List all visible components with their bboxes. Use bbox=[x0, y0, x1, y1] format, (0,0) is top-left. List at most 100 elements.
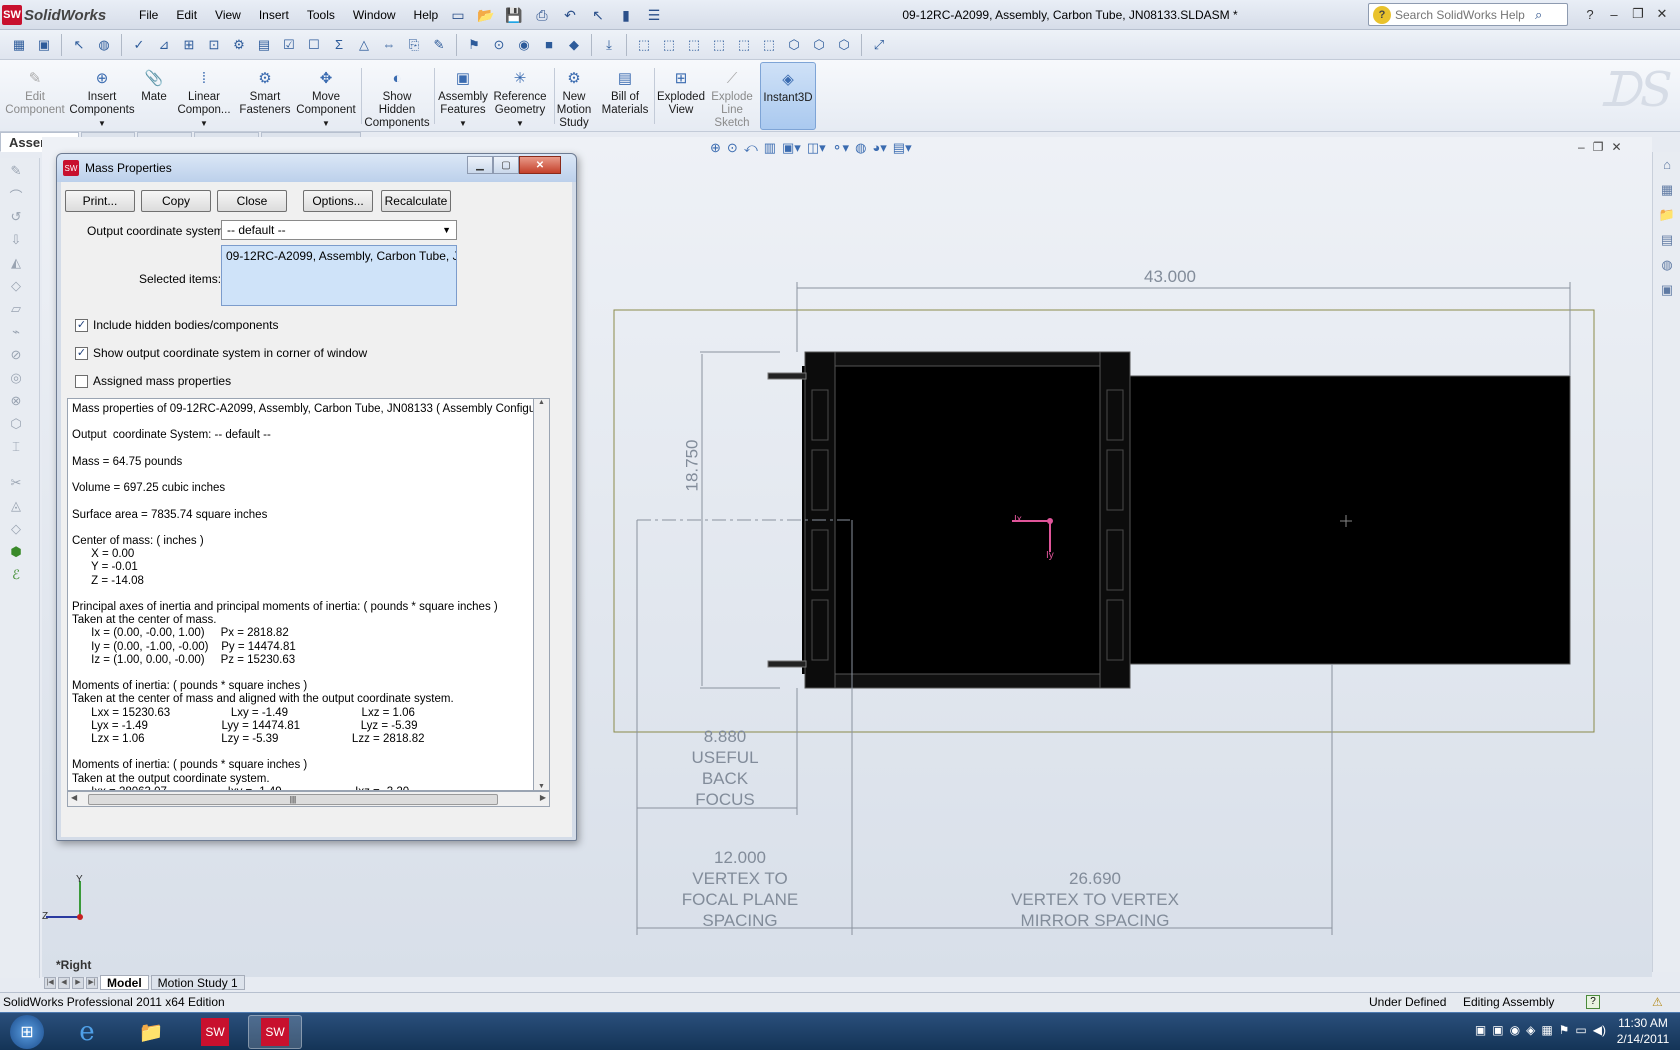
last-tab-icon[interactable]: ▶| bbox=[86, 976, 98, 989]
dim-vertex-to-vertex[interactable]: 26.690 VERTEX TO VERTEX MIRROR SPACING bbox=[980, 868, 1210, 931]
dim-tube-diameter[interactable]: 18.750 bbox=[682, 424, 703, 508]
selected-item[interactable]: 09-12RC-A2099, Assembly, Carbon Tube, JN… bbox=[226, 249, 456, 263]
scroll-left-icon[interactable]: ◀ bbox=[71, 793, 77, 802]
dialog-maximize-icon[interactable]: ▢ bbox=[493, 156, 519, 174]
file-explorer-icon[interactable]: 📁 bbox=[1657, 207, 1677, 227]
tray-app-icon[interactable]: ⚑ bbox=[1559, 1023, 1570, 1037]
result-line bbox=[72, 522, 529, 535]
scroll-thumb[interactable]: ||| bbox=[88, 794, 498, 805]
tray-volume-icon[interactable]: ◀) bbox=[1593, 1023, 1606, 1037]
appearances-icon[interactable]: ◍ bbox=[1657, 257, 1677, 277]
status-mode: Editing Assembly bbox=[1463, 995, 1555, 1009]
status-definition: Under Defined bbox=[1369, 995, 1447, 1009]
assigned-mass-checkbox[interactable]: Assigned mass properties bbox=[75, 374, 231, 388]
prev-tab-icon[interactable]: ◀ bbox=[58, 976, 70, 989]
system-tray: ▣ ▣ ◉ ◈ ▦ ⚑ ▭ ◀) bbox=[1475, 1023, 1606, 1037]
ie-icon: e bbox=[79, 1017, 95, 1047]
custom-properties-icon[interactable]: ▣ bbox=[1657, 282, 1677, 302]
next-tab-icon[interactable]: ▶ bbox=[72, 976, 84, 989]
result-line bbox=[72, 443, 529, 456]
result-line: Ix = (0.00, -0.00, 1.00) Px = 2818.82 bbox=[72, 627, 289, 640]
dialog-body: Print... Copy Close Options... Recalcula… bbox=[61, 182, 572, 837]
checkbox-box: ✓ bbox=[75, 318, 88, 332]
tray-app-icon[interactable]: ▦ bbox=[1541, 1023, 1552, 1037]
results-vertical-scrollbar[interactable]: ▲ ▼ bbox=[534, 398, 550, 791]
task-pane: ⌂ ▦ 📁 ▤ ◍ ▣ bbox=[1652, 152, 1680, 972]
tray-network-icon[interactable]: ▭ bbox=[1575, 1023, 1586, 1037]
mass-properties-dialog: SW Mass Properties ▁ ▢ ✕ Print... Copy C… bbox=[56, 153, 577, 841]
scroll-up-icon[interactable]: ▲ bbox=[534, 399, 549, 406]
start-button[interactable]: ⊞ bbox=[2, 1015, 52, 1049]
dialog-minimize-icon[interactable]: ▁ bbox=[467, 156, 493, 174]
status-help-icon[interactable]: ? bbox=[1586, 995, 1600, 1009]
front-ring bbox=[1099, 351, 1131, 689]
result-line: Surface area = 7835.74 square inches bbox=[72, 508, 268, 521]
result-line: Iy = (0.00, -1.00, -0.00) Py = 14474.81 bbox=[72, 640, 296, 653]
include-hidden-checkbox[interactable]: ✓ Include hidden bodies/components bbox=[75, 318, 278, 332]
result-line: Moments of inertia: ( pounds * square in… bbox=[72, 680, 308, 693]
rebuild-status-icon[interactable]: ⚠ bbox=[1652, 993, 1663, 1012]
result-line: Moments of inertia: ( pounds * square in… bbox=[72, 759, 308, 772]
tab-motion-study[interactable]: Motion Study 1 bbox=[150, 975, 245, 990]
truss-bottom bbox=[804, 673, 1131, 689]
result-line: Mass = 64.75 pounds bbox=[72, 455, 183, 468]
result-line: Z = -14.08 bbox=[72, 574, 144, 587]
model-tabs: |◀ ◀ ▶ ▶| Model Motion Study 1 bbox=[44, 975, 245, 990]
mass-properties-results[interactable]: Mass properties of 09-12RC-A2099, Assemb… bbox=[67, 398, 534, 791]
scroll-down-icon[interactable]: ▼ bbox=[534, 783, 549, 790]
design-library-icon[interactable]: ▦ bbox=[1657, 182, 1677, 202]
result-line: X = 0.00 bbox=[72, 548, 135, 561]
result-line: Lzx = 1.06 Lzy = -5.39 Lzz = 2818.82 bbox=[72, 733, 425, 746]
first-tab-icon[interactable]: |◀ bbox=[44, 976, 56, 989]
dialog-close-icon[interactable]: ✕ bbox=[519, 156, 561, 174]
checkbox-box: ✓ bbox=[75, 346, 88, 360]
print-button[interactable]: Print... bbox=[65, 190, 135, 212]
scroll-right-icon[interactable]: ▶ bbox=[540, 793, 546, 802]
tray-app-icon[interactable]: ◈ bbox=[1526, 1023, 1535, 1037]
triad-z-label: Z bbox=[42, 911, 49, 922]
reference-triad bbox=[46, 881, 83, 920]
selected-items-list[interactable]: 09-12RC-A2099, Assembly, Carbon Tube, JN… bbox=[221, 245, 457, 306]
result-line bbox=[72, 667, 529, 680]
result-line: Mass properties of 09-12RC-A2099, Assemb… bbox=[72, 403, 534, 415]
view-palette-icon[interactable]: ▤ bbox=[1657, 232, 1677, 252]
resources-home-icon[interactable]: ⌂ bbox=[1657, 157, 1677, 177]
options-button[interactable]: Options... bbox=[303, 190, 373, 212]
axis-iy-label: Iy bbox=[1046, 550, 1054, 561]
recalculate-button[interactable]: Recalculate bbox=[381, 190, 451, 212]
taskbar-solidworks-1[interactable]: SW bbox=[188, 1015, 242, 1049]
dim-back-focus[interactable]: 8.880 USEFUL BACK FOCUS bbox=[660, 726, 790, 810]
result-line: Taken at the center of mass. bbox=[72, 614, 217, 627]
tab-model[interactable]: Model bbox=[100, 975, 149, 990]
status-bar: SolidWorks Professional 2011 x64 Edition… bbox=[0, 992, 1680, 1012]
copy-button[interactable]: Copy bbox=[141, 190, 211, 212]
taskbar-solidworks-2[interactable]: SW bbox=[248, 1015, 302, 1049]
triad-y-label: Y bbox=[76, 874, 83, 885]
folder-icon: 📁 bbox=[138, 1021, 164, 1044]
dim-overall-length[interactable]: 43.000 bbox=[1110, 266, 1230, 287]
tray-app-icon[interactable]: ▣ bbox=[1475, 1023, 1486, 1037]
axis-ix-label: Ix bbox=[1014, 514, 1022, 525]
taskbar-explorer[interactable]: 📁 bbox=[124, 1015, 178, 1049]
solidworks-icon: SW bbox=[201, 1018, 229, 1046]
coord-system-select[interactable]: -- default -- ▼ bbox=[221, 220, 457, 240]
result-line: Volume = 697.25 cubic inches bbox=[72, 482, 226, 495]
result-line: Lyx = -1.49 Lyy = 14474.81 Lyz = -5.39 bbox=[72, 719, 418, 732]
checkbox-box bbox=[75, 374, 88, 388]
chevron-down-icon: ▼ bbox=[442, 225, 451, 235]
rear-knob-bottom bbox=[767, 660, 807, 668]
result-line bbox=[72, 495, 529, 508]
show-coord-system-checkbox[interactable]: ✓ Show output coordinate system in corner… bbox=[75, 346, 367, 360]
tray-app-icon[interactable]: ◉ bbox=[1510, 1023, 1520, 1037]
taskbar-clock[interactable]: 11:30 AM 2/14/2011 bbox=[1612, 1015, 1674, 1047]
coord-system-label: Output coordinate system: bbox=[87, 224, 228, 238]
view-name: *Right bbox=[56, 958, 92, 972]
results-horizontal-scrollbar[interactable]: ◀ ||| ▶ bbox=[67, 791, 550, 807]
result-line: Output coordinate System: -- default -- bbox=[72, 429, 271, 442]
dim-vertex-focal-plane[interactable]: 12.000 VERTEX TO FOCAL PLANE SPACING bbox=[660, 847, 820, 931]
result-line bbox=[72, 469, 529, 482]
tray-app-icon[interactable]: ▣ bbox=[1492, 1023, 1503, 1037]
close-button[interactable]: Close bbox=[217, 190, 287, 212]
taskbar-ie[interactable]: e bbox=[60, 1015, 114, 1049]
windows-taskbar: ⊞ e 📁 SW SW ▣ ▣ ◉ ◈ ▦ ⚑ ▭ ◀) 11:30 AM 2/… bbox=[0, 1012, 1680, 1050]
